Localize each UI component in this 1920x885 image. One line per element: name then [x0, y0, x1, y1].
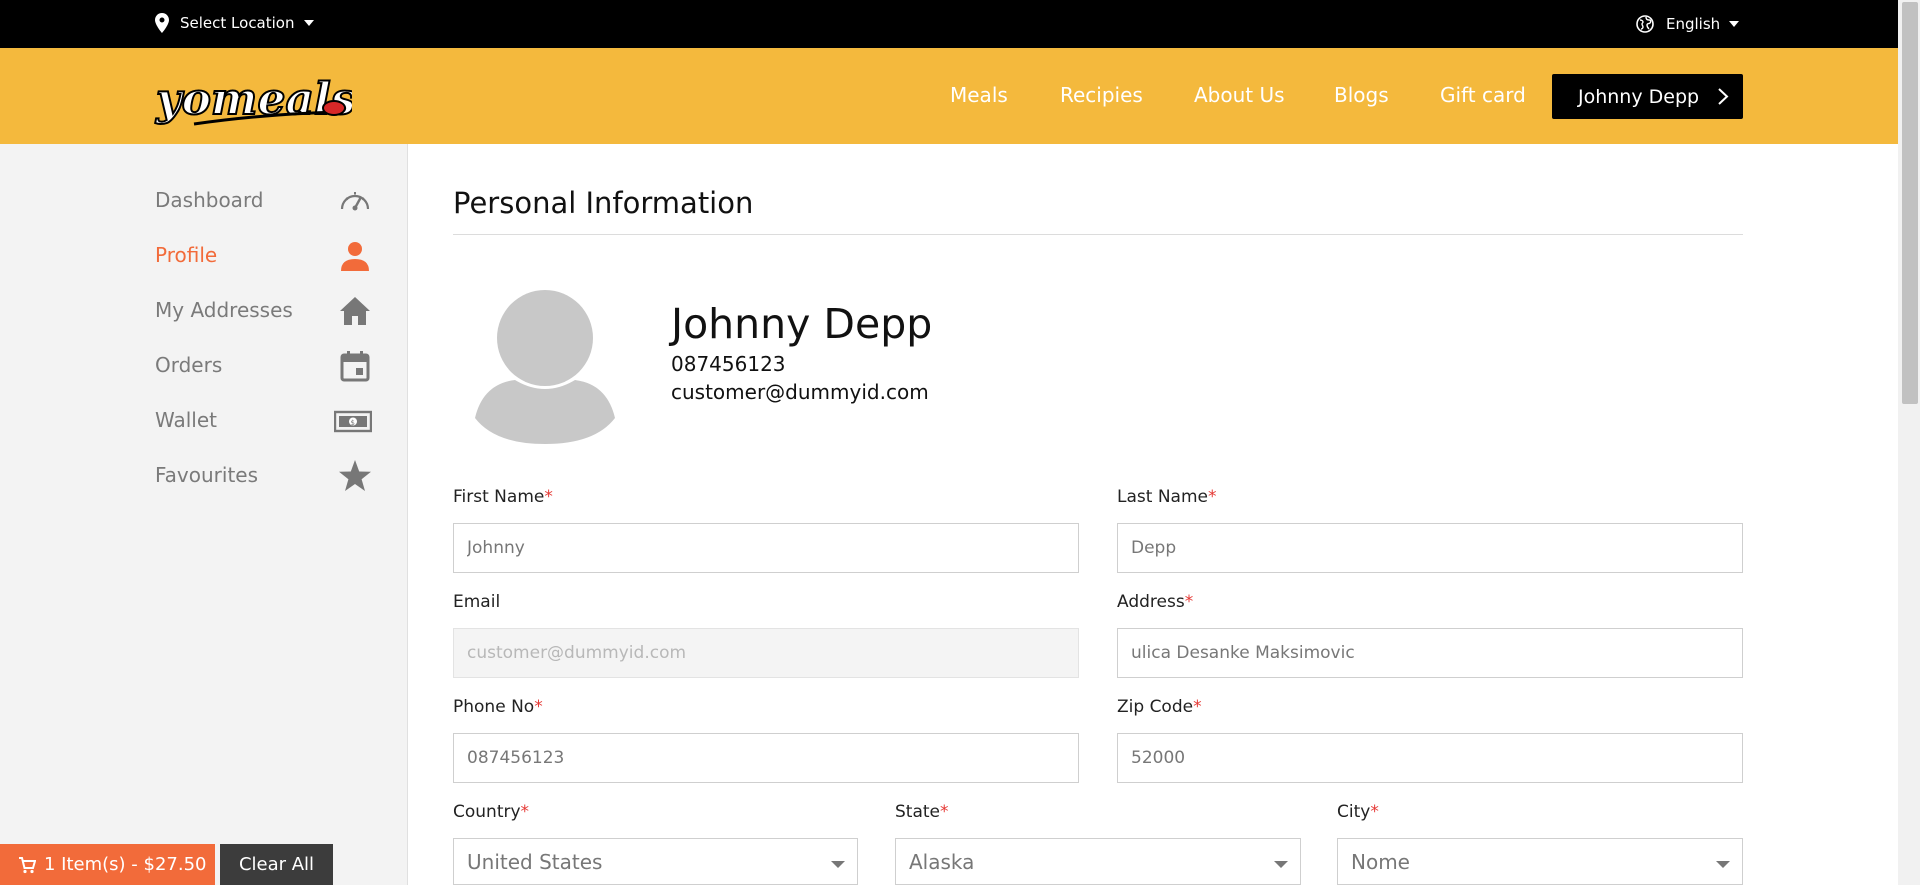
top-bar: Select Location English — [0, 0, 1898, 48]
sidebar-item-favourites[interactable]: Favourites — [155, 457, 372, 497]
nav-about-us[interactable]: About Us — [1194, 83, 1285, 107]
nav-blogs[interactable]: Blogs — [1334, 83, 1389, 107]
money-icon: $ — [334, 410, 372, 433]
country-value: United States — [467, 849, 603, 874]
location-pin-icon — [155, 13, 169, 33]
profile-email: customer@dummyid.com — [671, 380, 929, 404]
sidebar-item-profile[interactable]: Profile — [155, 237, 372, 277]
email-field — [453, 628, 1079, 678]
calendar-icon — [340, 351, 370, 382]
state-label: State* — [895, 802, 949, 822]
address-field[interactable] — [1117, 628, 1743, 678]
cart-summary-label: 1 Item(s) - $27.50 — [44, 854, 207, 875]
location-selector[interactable]: Select Location — [155, 13, 314, 33]
country-label: Country* — [453, 802, 530, 822]
sidebar-item-wallet[interactable]: Wallet $ — [155, 402, 372, 442]
nav-gift-card[interactable]: Gift card — [1440, 83, 1526, 107]
zip-code-label: Zip Code* — [1117, 697, 1202, 717]
sidebar-item-orders[interactable]: Orders — [155, 347, 372, 387]
chevron-down-icon — [1716, 861, 1730, 868]
email-label: Email — [453, 592, 501, 612]
clear-all-button[interactable]: Clear All — [220, 844, 333, 885]
scrollbar-thumb[interactable] — [1902, 2, 1918, 404]
first-name-label: First Name* — [453, 487, 553, 507]
cart-summary-button[interactable]: 1 Item(s) - $27.50 — [0, 844, 215, 885]
star-icon — [339, 460, 371, 491]
language-selector[interactable]: English — [1636, 15, 1740, 33]
city-select[interactable]: Nome — [1337, 838, 1743, 885]
sidebar-item-dashboard[interactable]: Dashboard — [155, 182, 372, 222]
city-label: City* — [1337, 802, 1379, 822]
last-name-field[interactable] — [1117, 523, 1743, 573]
chevron-down-icon — [1729, 21, 1740, 27]
phone-label: Phone No* — [453, 697, 543, 717]
last-name-label: Last Name* — [1117, 487, 1217, 507]
location-label: Select Location — [180, 14, 295, 32]
state-select[interactable]: Alaska — [895, 838, 1301, 885]
page-title: Personal Information — [453, 186, 754, 220]
address-label: Address* — [1117, 592, 1194, 612]
phone-field[interactable] — [453, 733, 1079, 783]
speedometer-icon — [340, 192, 370, 211]
chevron-right-icon — [1718, 88, 1729, 105]
title-divider — [453, 234, 1743, 235]
sidebar-item-label: Wallet — [155, 408, 218, 432]
sidebar: Dashboard Profile My Addresses Orders Wa… — [0, 144, 408, 885]
language-label: English — [1666, 15, 1721, 33]
home-icon — [340, 297, 370, 325]
sidebar-item-my-addresses[interactable]: My Addresses — [155, 292, 372, 332]
sidebar-item-label: Orders — [155, 353, 223, 377]
state-value: Alaska — [909, 849, 975, 874]
chevron-down-icon — [303, 20, 314, 26]
profile-phone: 087456123 — [671, 352, 786, 376]
sidebar-item-label: Profile — [155, 243, 218, 267]
person-icon — [341, 242, 369, 271]
first-name-field[interactable] — [453, 523, 1079, 573]
user-name-label: Johnny Depp — [1578, 85, 1700, 108]
nav-meals[interactable]: Meals — [950, 83, 1008, 107]
nav-recipies[interactable]: Recipies — [1060, 83, 1143, 107]
site-header: yomeals Meals Recipies About Us Blogs Gi… — [0, 48, 1898, 144]
svg-text:$: $ — [351, 419, 355, 427]
country-select[interactable]: United States — [453, 838, 858, 885]
chevron-down-icon — [831, 861, 845, 868]
chevron-down-icon — [1274, 861, 1288, 868]
city-value: Nome — [1351, 849, 1410, 874]
user-menu-button[interactable]: Johnny Depp — [1552, 74, 1743, 119]
globe-icon — [1636, 15, 1654, 33]
cart-icon — [19, 856, 36, 873]
yomeals-logo[interactable]: yomeals — [154, 58, 352, 136]
profile-name: Johnny Depp — [671, 300, 933, 348]
sidebar-item-label: Dashboard — [155, 188, 264, 212]
zip-code-field[interactable] — [1117, 733, 1743, 783]
avatar[interactable] — [475, 288, 615, 444]
sidebar-item-label: Favourites — [155, 463, 259, 487]
sidebar-item-label: My Addresses — [155, 298, 293, 322]
